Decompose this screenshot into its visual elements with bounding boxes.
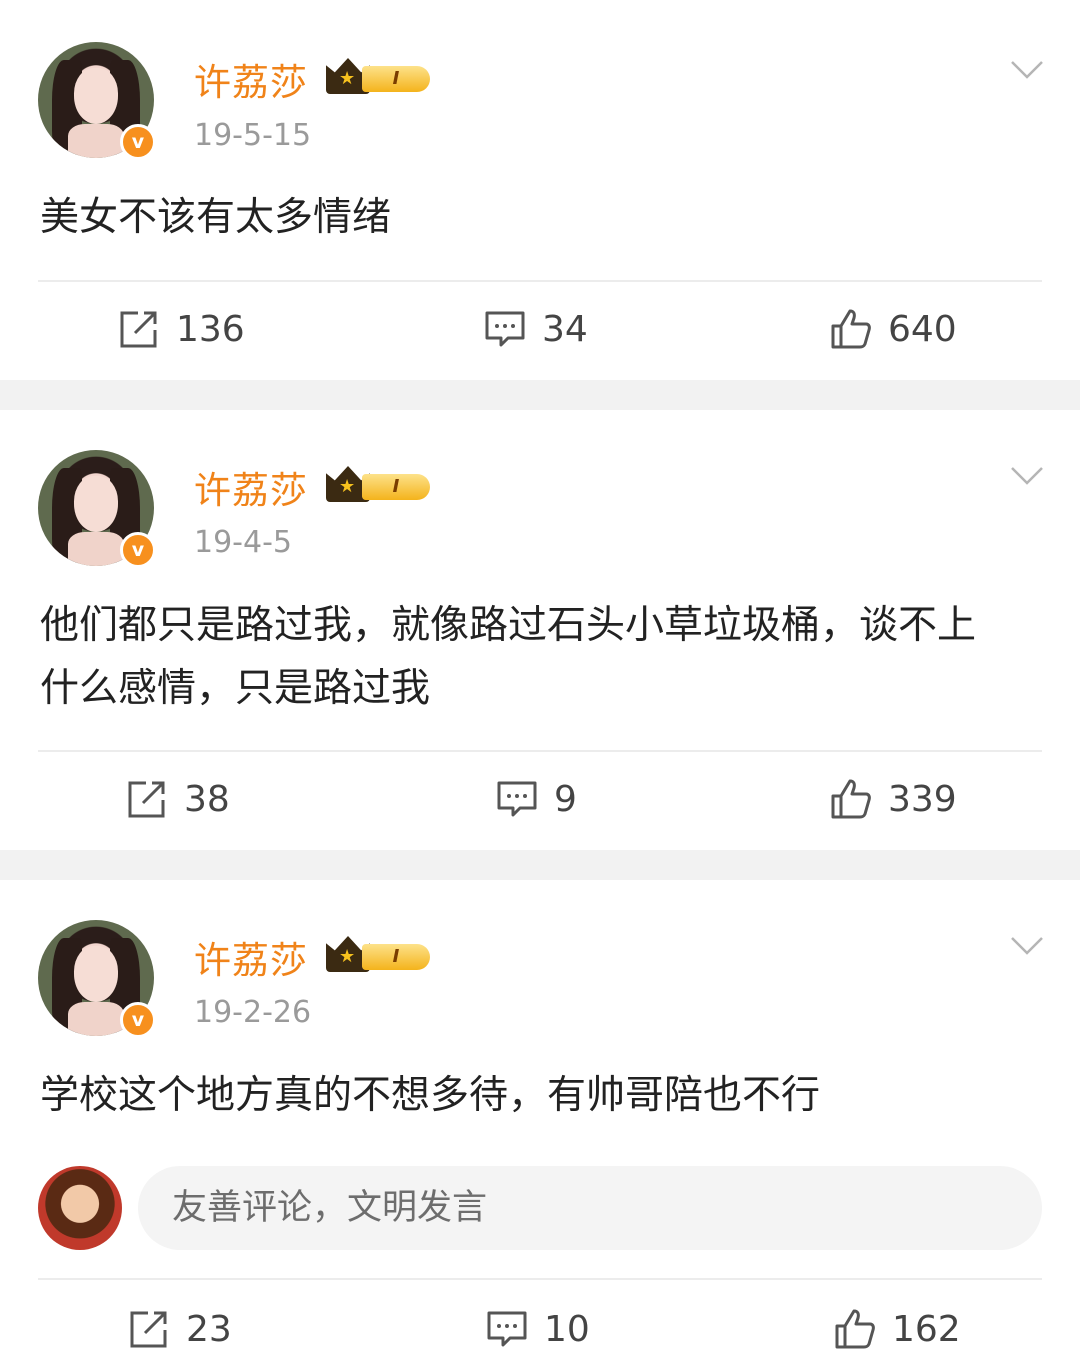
vip-badge[interactable]: ★ I	[326, 466, 432, 502]
comment-input[interactable]: 友善评论，文明发言	[138, 1166, 1042, 1250]
username[interactable]: 许荔莎	[194, 930, 308, 984]
repost-button[interactable]: 38	[126, 774, 230, 824]
vip-level: I	[362, 66, 430, 92]
comment-count: 9	[554, 778, 577, 820]
thumbs-up-icon	[835, 1309, 875, 1349]
post-date: 19-4-5	[194, 525, 292, 560]
repost-count: 38	[184, 778, 230, 820]
post-text: 美女不该有太多情绪	[40, 195, 392, 240]
like-button[interactable]: 162	[834, 1304, 961, 1354]
username[interactable]: 许荔莎	[194, 460, 308, 514]
comment-count: 10	[544, 1308, 590, 1350]
vip-level: I	[362, 944, 430, 970]
chevron-down-icon[interactable]	[1010, 60, 1044, 80]
post-card: v 许荔莎 ★ I 19-4-5 他们都只是路过我，就像路过石头小草垃圾桶，谈不…	[0, 410, 1080, 850]
verified-badge-icon: v	[120, 124, 156, 160]
post-date: 19-5-15	[194, 118, 312, 153]
thumbs-up-icon	[831, 309, 871, 349]
username[interactable]: 许荔莎	[194, 52, 308, 106]
repost-button[interactable]: 136	[118, 304, 245, 354]
post-text: 他们都只是路过我，就像路过石头小草垃圾桶，谈不上什么感情，只是路过我	[40, 603, 977, 711]
like-count: 339	[888, 778, 957, 820]
divider	[38, 280, 1042, 282]
divider	[38, 750, 1042, 752]
comment-icon	[485, 311, 525, 347]
vip-badge[interactable]: ★ I	[326, 58, 432, 94]
current-user-avatar[interactable]	[38, 1166, 122, 1250]
repost-count: 136	[176, 308, 245, 350]
post-date: 19-2-26	[194, 995, 312, 1030]
thumbs-up-icon	[831, 779, 871, 819]
verified-badge-icon: v	[120, 1002, 156, 1038]
comment-button[interactable]: 10	[486, 1304, 590, 1354]
post-text: 学校这个地方真的不想多待，有帅哥陪也不行	[40, 1073, 821, 1118]
divider	[38, 1278, 1042, 1280]
repost-button[interactable]: 23	[128, 1304, 232, 1354]
comment-icon	[497, 781, 537, 817]
verified-badge-icon: v	[120, 532, 156, 568]
comment-button[interactable]: 34	[484, 304, 588, 354]
comment-count: 34	[542, 308, 588, 350]
like-count: 640	[888, 308, 957, 350]
chevron-down-icon[interactable]	[1010, 936, 1044, 956]
post-card: v 许荔莎 ★ I 19-5-15 美女不该有太多情绪 136 34 640	[0, 0, 1080, 380]
repost-icon	[120, 311, 157, 348]
like-count: 162	[892, 1308, 961, 1350]
post-separator	[0, 380, 1080, 410]
like-button[interactable]: 640	[830, 304, 957, 354]
comment-icon	[487, 1311, 527, 1347]
post-card: v 许荔莎 ★ I 19-2-26 学校这个地方真的不想多待，有帅哥陪也不行	[0, 880, 1080, 1372]
post-separator	[0, 850, 1080, 880]
chevron-down-icon[interactable]	[1010, 466, 1044, 486]
like-button[interactable]: 339	[830, 774, 957, 824]
repost-icon	[128, 781, 165, 818]
vip-level: I	[362, 474, 430, 500]
comment-button[interactable]: 9	[496, 774, 577, 824]
repost-icon	[130, 1311, 167, 1348]
repost-count: 23	[186, 1308, 232, 1350]
vip-badge[interactable]: ★ I	[326, 936, 432, 972]
